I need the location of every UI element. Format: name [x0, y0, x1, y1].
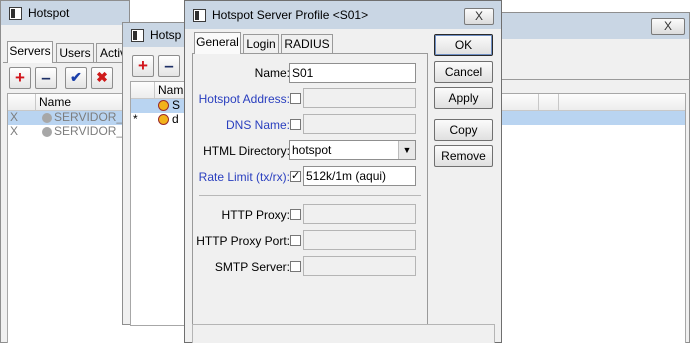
dialog-titlebar[interactable]: Hotspot Server Profile <S01>	[185, 1, 501, 29]
profile-dialog: Hotspot Server Profile <S01> X General L…	[184, 0, 502, 343]
server-icon	[42, 127, 52, 137]
tab-radius[interactable]: RADIUS	[281, 34, 333, 54]
minus-icon: –	[41, 68, 51, 87]
row-name: S	[172, 98, 181, 112]
right-window: X	[500, 12, 690, 343]
chevron-down-icon[interactable]: ▼	[398, 141, 415, 159]
right-column-header[interactable]	[501, 94, 539, 111]
smtp-server-label: SMTP Server:	[214, 260, 290, 274]
row-name: SERVIDOR_0	[54, 124, 130, 138]
hotspot-window-titlebar[interactable]: Hotspot	[1, 1, 129, 25]
minus-icon: –	[164, 56, 174, 75]
close-icon: X	[663, 19, 672, 33]
copy-button[interactable]: Copy	[434, 119, 493, 141]
plus-icon: +	[15, 68, 25, 87]
remove-button[interactable]: –	[35, 67, 57, 89]
window-icon	[131, 28, 144, 42]
column-header-flag[interactable]	[8, 94, 36, 111]
cancel-button[interactable]: Cancel	[434, 61, 493, 83]
tab-users[interactable]: Users	[56, 43, 94, 63]
plus-icon: +	[138, 56, 148, 75]
column-header-name[interactable]: Name	[36, 94, 131, 111]
tab-general[interactable]: General	[194, 32, 241, 54]
right-window-tab-baseline	[501, 79, 690, 80]
http-proxy-checkbox[interactable]	[290, 209, 301, 220]
add-button[interactable]: +	[9, 67, 31, 89]
table-row[interactable]: X SERVIDOR_0	[8, 125, 131, 139]
http-proxy-port-field[interactable]	[303, 230, 416, 250]
window-icon	[9, 6, 22, 20]
row-flag: X	[10, 124, 19, 138]
http-proxy-port-label: HTTP Proxy Port:	[196, 234, 290, 248]
table-row[interactable]	[501, 111, 685, 125]
dialog-close-button[interactable]: X	[464, 8, 494, 25]
general-tab-panel: Name: S01 Hotspot Address: DNS Name: HTM…	[192, 53, 428, 343]
right-column-header-2[interactable]	[539, 94, 559, 111]
html-directory-select[interactable]: hotspot ▼	[289, 140, 416, 160]
html-directory-value: hotspot	[292, 143, 332, 157]
smtp-server-checkbox[interactable]	[290, 261, 301, 272]
close-icon: X	[474, 9, 483, 23]
apply-button[interactable]: Apply	[434, 87, 493, 109]
ok-button[interactable]: OK	[434, 34, 493, 56]
tab-servers[interactable]: Servers	[7, 41, 53, 63]
hotspot-icon	[158, 100, 169, 111]
right-column-header-3[interactable]	[559, 94, 685, 111]
servers-list[interactable]: Name X SERVIDOR_0 X SERVIDOR_0	[7, 93, 131, 343]
add-profile-button[interactable]: +	[132, 55, 154, 77]
profiles-window-title: Hotsp	[150, 28, 182, 42]
http-proxy-port-checkbox[interactable]	[290, 235, 301, 246]
hotspot-window: Hotspot Servers Users Activ + – ✔ ✖ Name…	[0, 0, 131, 343]
remove-button[interactable]: Remove	[434, 145, 493, 167]
dialog-title: Hotspot Server Profile <S01>	[212, 8, 369, 22]
section-divider	[199, 195, 421, 196]
column-header-flag[interactable]	[131, 82, 155, 99]
dns-name-label: DNS Name:	[225, 118, 290, 132]
name-field[interactable]: S01	[289, 63, 416, 83]
remove-profile-button[interactable]: –	[158, 55, 180, 77]
http-proxy-field[interactable]	[303, 204, 416, 224]
dns-name-field[interactable]	[303, 114, 416, 134]
rate-limit-checkbox[interactable]: ✓	[290, 171, 301, 182]
http-proxy-label: HTTP Proxy:	[221, 208, 290, 222]
hotspot-icon	[158, 114, 169, 125]
row-name: SERVIDOR_0	[54, 110, 130, 124]
hotspot-address-field[interactable]	[303, 88, 416, 108]
table-row[interactable]: X SERVIDOR_0	[8, 111, 131, 125]
row-flag: *	[133, 112, 138, 126]
rate-limit-label: Rate Limit (tx/rx):	[198, 170, 290, 184]
hotspot-address-checkbox[interactable]	[290, 93, 301, 104]
enable-button[interactable]: ✔	[65, 67, 87, 89]
status-bar	[192, 324, 495, 343]
name-label: Name:	[254, 66, 290, 80]
tab-login[interactable]: Login	[243, 34, 279, 54]
cross-icon: ✖	[96, 69, 108, 85]
window-icon	[193, 8, 206, 22]
row-flag: X	[10, 110, 19, 124]
right-window-close-button[interactable]: X	[651, 18, 685, 35]
hotspot-window-title: Hotspot	[28, 6, 70, 20]
hotspot-address-label: Hotspot Address:	[198, 92, 290, 106]
smtp-server-field[interactable]	[303, 256, 416, 276]
check-icon: ✔	[70, 69, 82, 85]
right-window-list[interactable]	[501, 93, 686, 343]
row-name: d	[172, 112, 179, 126]
disable-button[interactable]: ✖	[91, 67, 113, 89]
html-directory-label: HTML Directory:	[203, 144, 290, 158]
server-icon	[42, 113, 52, 123]
rate-limit-field[interactable]: 512k/1m (aqui)	[303, 166, 416, 186]
dns-name-checkbox[interactable]	[290, 119, 301, 130]
